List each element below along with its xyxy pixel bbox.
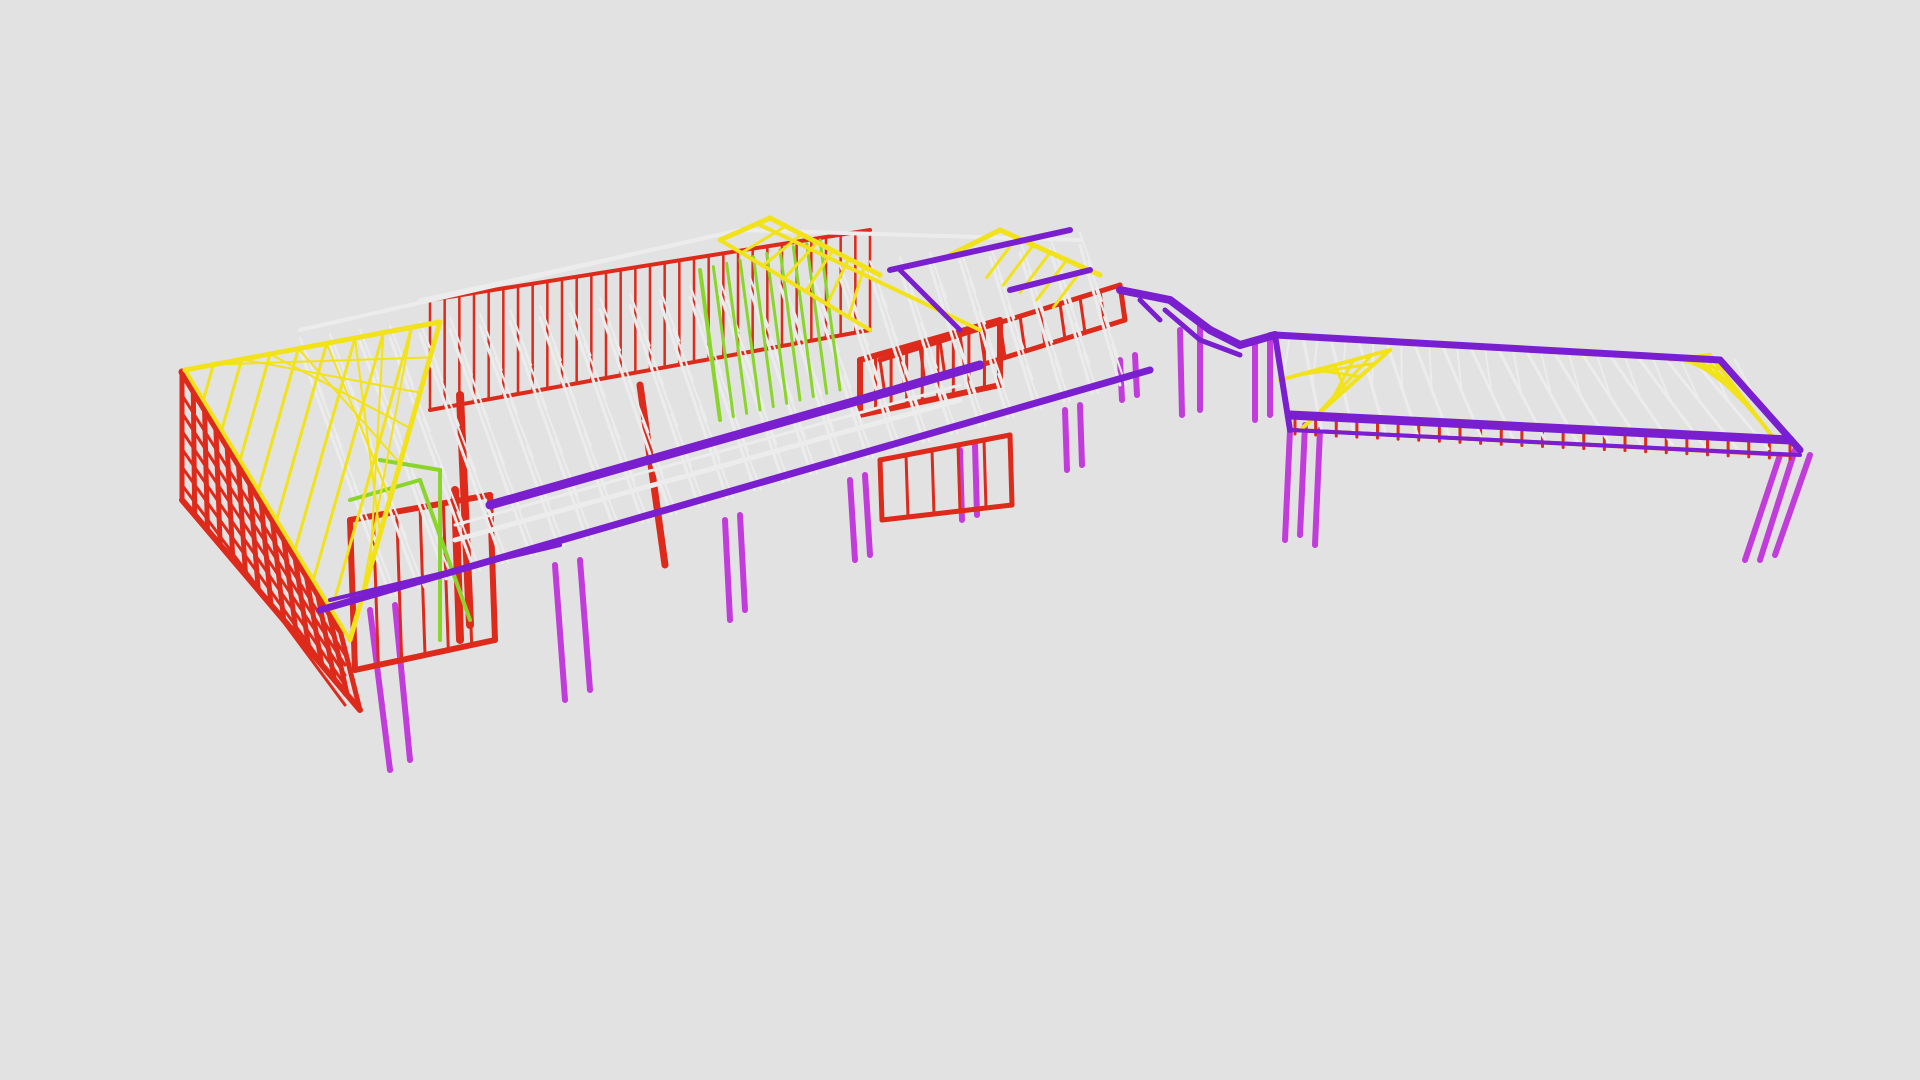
roof-truss-web (539, 395, 563, 453)
roof-truss-web (568, 389, 592, 447)
wall-stud (190, 387, 198, 518)
post (367, 607, 393, 773)
wing-truss-web (1567, 349, 1582, 398)
lower-wall-frame (879, 502, 1015, 523)
connector-beam (1166, 296, 1214, 334)
post (1312, 427, 1323, 548)
hip-jack (220, 357, 244, 432)
post (577, 557, 593, 693)
roof-truss-web (465, 361, 490, 421)
post (552, 562, 568, 703)
3d-viewport[interactable] (0, 0, 1920, 1080)
upper-right-stud (1058, 302, 1067, 341)
roof-truss-web (494, 356, 519, 416)
hip-jack (293, 336, 357, 552)
post (862, 472, 873, 558)
post (392, 602, 413, 763)
wing-perimeter-girder (1271, 331, 1724, 364)
lower-wall-stud (956, 443, 962, 513)
roof-truss-web (479, 312, 503, 371)
lower-wall-stud (904, 453, 910, 519)
upper-girder (1007, 267, 1093, 293)
post (737, 512, 748, 613)
roof-truss-web (510, 401, 535, 460)
upper-right-stud (1078, 296, 1087, 334)
connector-beam (1116, 286, 1174, 304)
post (1077, 402, 1085, 468)
roof-truss-web (481, 406, 506, 466)
steel-frame-model[interactable] (0, 0, 1920, 1080)
hip-jack (201, 363, 215, 402)
connector-beam (1137, 297, 1163, 323)
wing-truss-web (1400, 340, 1403, 390)
post (722, 517, 733, 623)
wall-nogging (180, 447, 347, 687)
lower-wall-stud (982, 438, 988, 510)
roof-truss-web (553, 347, 577, 404)
post (1062, 407, 1070, 473)
wall-nogging (180, 411, 347, 667)
post (1282, 427, 1293, 543)
wing-truss-web (1311, 335, 1319, 385)
post (1297, 422, 1308, 538)
lower-wall-stud (930, 448, 936, 516)
green-brace (378, 458, 442, 472)
roof-truss-web (524, 352, 548, 410)
post (1177, 327, 1185, 418)
connector-beam (1206, 326, 1244, 349)
post (847, 477, 858, 563)
roof-truss-web (539, 304, 562, 362)
lower-wall-stud (878, 458, 884, 522)
roof-truss-web (449, 316, 474, 376)
wing-truss-web (1594, 351, 1612, 399)
roof-truss-web (435, 366, 460, 427)
lower-wall-stud (1008, 433, 1014, 507)
hip-jack (238, 352, 272, 462)
lower-wall-frame (877, 432, 1013, 463)
roof-truss-web (509, 308, 533, 367)
post (972, 442, 980, 518)
